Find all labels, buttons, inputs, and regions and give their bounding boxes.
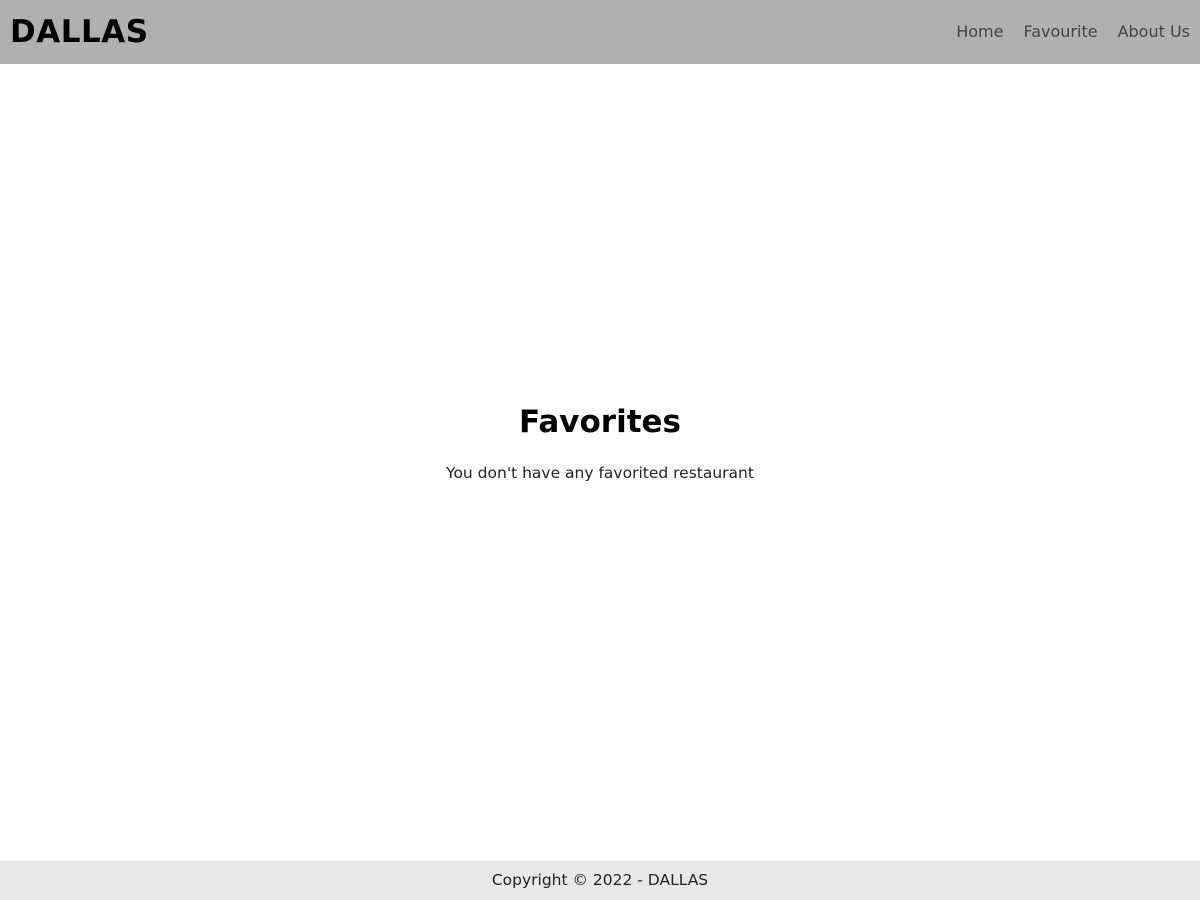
nav-link-favourite[interactable]: Favourite <box>1023 24 1097 40</box>
top-navbar: DALLAS Home Favourite About Us <box>0 0 1200 64</box>
footer-copyright: Copyright © 2022 - DALLAS <box>491 870 709 889</box>
empty-state-message: You don't have any favorited restaurant <box>446 464 754 482</box>
page: DALLAS Home Favourite About Us Favorites… <box>0 0 1200 900</box>
main-nav: Home Favourite About Us <box>956 24 1190 40</box>
brand-logo-link[interactable]: DALLAS <box>10 16 149 48</box>
nav-link-about-us[interactable]: About Us <box>1118 24 1190 40</box>
footer: Copyright © 2022 - DALLAS <box>0 861 1200 900</box>
main-content: Favorites You don't have any favorited r… <box>0 64 1200 861</box>
nav-link-home[interactable]: Home <box>956 24 1003 40</box>
page-title: Favorites <box>519 404 681 440</box>
